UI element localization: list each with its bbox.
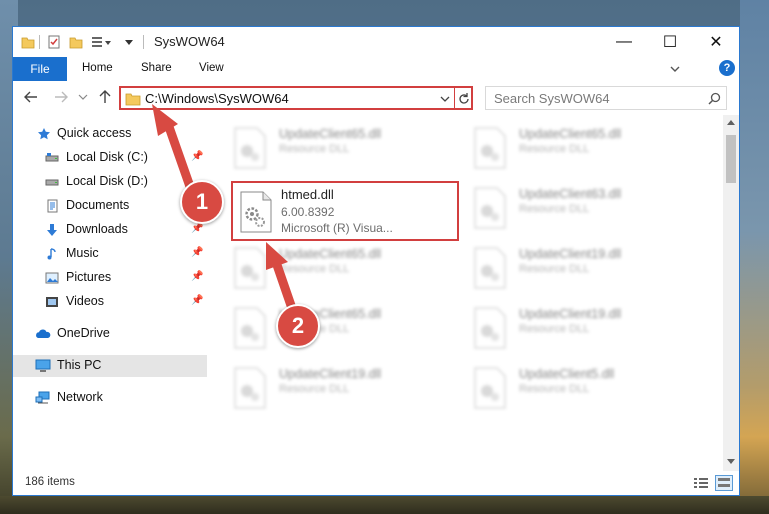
step-2-badge: 2	[276, 304, 320, 348]
tutorial-arrows	[152, 104, 301, 325]
arrow-head-2	[266, 242, 288, 270]
step-1-badge: 1	[180, 180, 224, 224]
